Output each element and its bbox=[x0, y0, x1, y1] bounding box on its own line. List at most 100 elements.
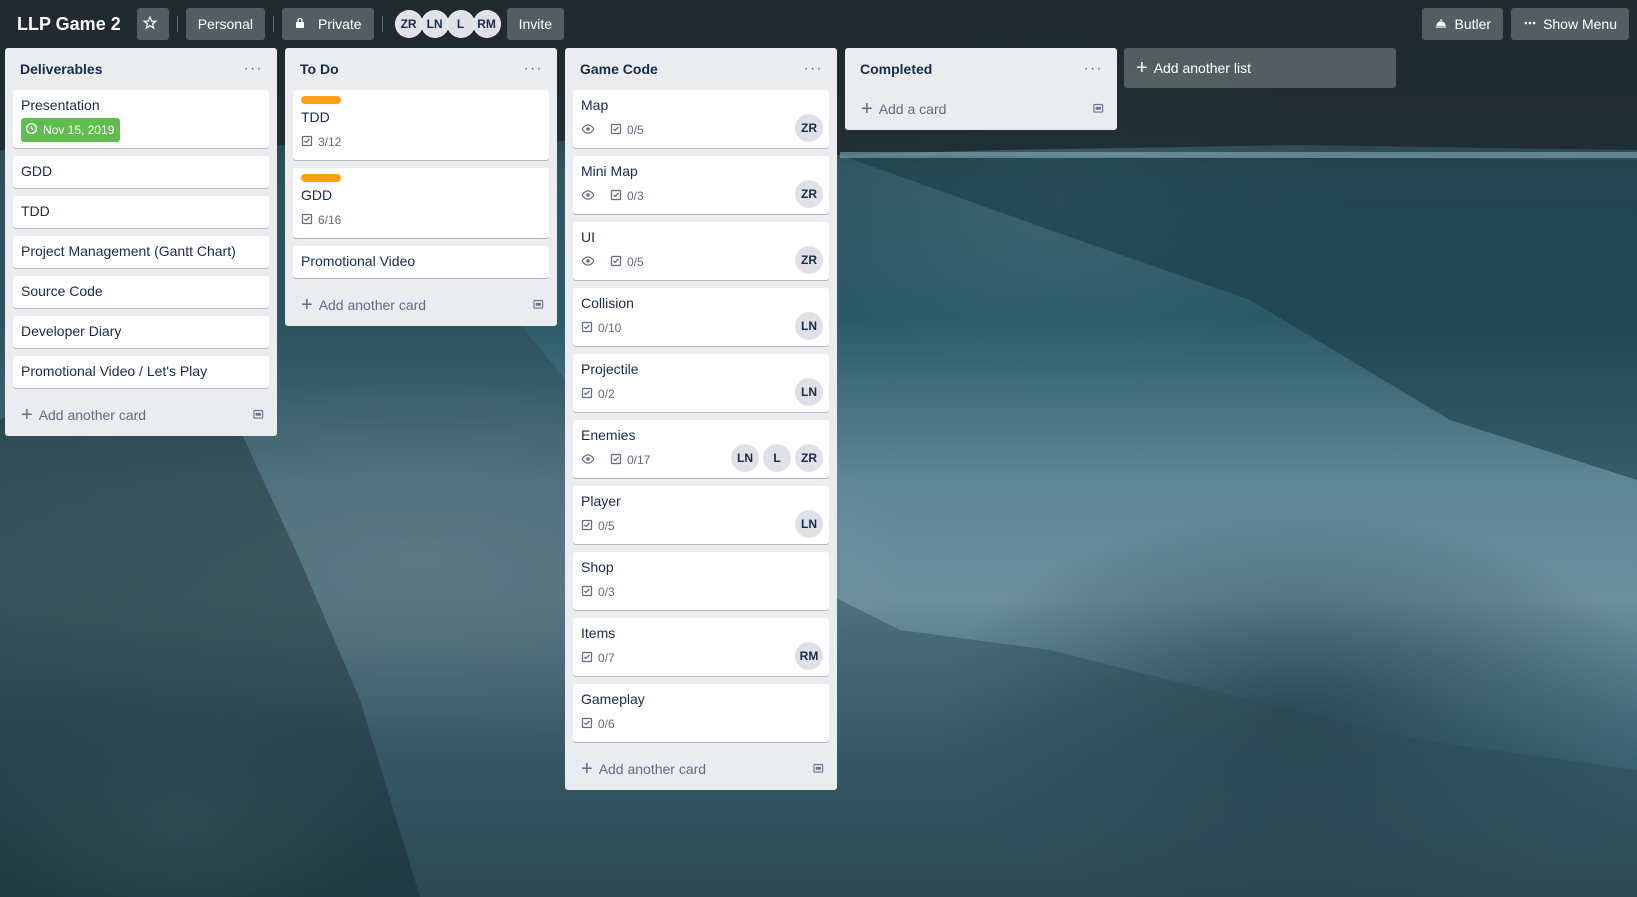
card[interactable]: Gameplay 0/6 bbox=[573, 684, 829, 742]
list-menu-icon[interactable]: ··· bbox=[1081, 60, 1105, 78]
list-menu-icon[interactable]: ··· bbox=[521, 60, 545, 78]
card-title: Enemies bbox=[581, 427, 636, 443]
list-completed: Completed ··· + Add a card bbox=[845, 48, 1117, 130]
list-header[interactable]: Game Code ··· bbox=[565, 48, 837, 90]
card[interactable]: TDD 3/12 bbox=[293, 90, 549, 160]
avatar[interactable]: LN bbox=[795, 312, 823, 340]
card-members: LN L ZR bbox=[727, 444, 823, 472]
card[interactable]: Map 0/5 ZR bbox=[573, 90, 829, 148]
avatar[interactable]: LN bbox=[795, 378, 823, 406]
team-button[interactable]: Personal bbox=[185, 8, 265, 40]
checklist-count: 0/5 bbox=[627, 123, 644, 137]
board-title[interactable]: LLP Game 2 bbox=[8, 8, 129, 40]
card[interactable]: GDD bbox=[13, 156, 269, 188]
add-card-button[interactable]: + Add another card bbox=[285, 286, 557, 324]
checklist-badge: 0/17 bbox=[610, 453, 650, 468]
card[interactable]: TDD bbox=[13, 196, 269, 228]
card[interactable]: Promotional Video bbox=[293, 246, 549, 278]
due-date-badge[interactable]: Nov 15, 2019 bbox=[21, 118, 121, 142]
add-list-label: Add another list bbox=[1153, 60, 1251, 76]
star-board-button[interactable] bbox=[136, 8, 169, 40]
card-title: GDD bbox=[21, 163, 53, 179]
list-title[interactable]: Completed bbox=[860, 61, 1081, 77]
list-header[interactable]: Deliverables ··· bbox=[5, 48, 277, 90]
avatar[interactable]: RM bbox=[472, 10, 501, 38]
watching-badge bbox=[581, 254, 600, 271]
add-card-button[interactable]: + Add another card bbox=[565, 750, 837, 788]
template-icon[interactable] bbox=[811, 761, 825, 778]
plus-icon: + bbox=[21, 404, 33, 426]
invite-button[interactable]: Invite bbox=[506, 8, 565, 40]
avatar[interactable]: LN bbox=[731, 444, 759, 472]
avatar[interactable]: ZR bbox=[795, 180, 823, 208]
card[interactable]: Promotional Video / Let's Play bbox=[13, 356, 269, 388]
card-list: TDD 3/12 GDD 6/16 Promotional Video bbox=[285, 90, 557, 278]
list-title[interactable]: Game Code bbox=[580, 61, 801, 77]
card[interactable]: Shop 0/3 bbox=[573, 552, 829, 610]
template-icon[interactable] bbox=[1091, 101, 1105, 118]
show-menu-button[interactable]: Show Menu bbox=[1511, 8, 1629, 40]
card[interactable]: Source Code bbox=[13, 276, 269, 308]
plus-icon: + bbox=[861, 98, 873, 120]
card[interactable]: Enemies 0/17 LN L ZR bbox=[573, 420, 829, 478]
list-title[interactable]: To Do bbox=[300, 61, 521, 77]
checklist-count: 0/7 bbox=[598, 651, 615, 665]
card[interactable]: UI 0/5 ZR bbox=[573, 222, 829, 280]
template-icon[interactable] bbox=[251, 407, 265, 424]
avatar[interactable]: LN bbox=[420, 10, 449, 38]
avatar[interactable]: RM bbox=[795, 642, 823, 670]
checklist-icon bbox=[581, 387, 598, 402]
checklist-icon bbox=[610, 123, 627, 138]
card-title: Source Code bbox=[21, 283, 103, 299]
list-header[interactable]: To Do ··· bbox=[285, 48, 557, 90]
checklist-badge: 6/16 bbox=[301, 213, 341, 228]
checklist-icon bbox=[581, 519, 598, 534]
checklist-icon bbox=[581, 651, 598, 666]
visibility-label: Private bbox=[317, 16, 362, 32]
card[interactable]: Mini Map 0/3 ZR bbox=[573, 156, 829, 214]
card[interactable]: GDD 6/16 bbox=[293, 168, 549, 238]
list-menu-icon[interactable]: ··· bbox=[241, 60, 265, 78]
avatar[interactable]: L bbox=[763, 444, 791, 472]
avatar[interactable]: LN bbox=[795, 510, 823, 538]
add-list-button[interactable]: + Add another list bbox=[1124, 48, 1396, 88]
avatar[interactable]: ZR bbox=[795, 114, 823, 142]
checklist-icon bbox=[610, 453, 627, 468]
header-divider bbox=[381, 16, 383, 32]
card-title: Promotional Video bbox=[301, 253, 416, 269]
card[interactable]: Collision 0/10 LN bbox=[573, 288, 829, 346]
ellipsis-icon bbox=[1523, 16, 1543, 33]
card-members: LN bbox=[791, 312, 823, 340]
checklist-badge: 0/3 bbox=[610, 189, 644, 204]
card-label-orange[interactable] bbox=[301, 96, 341, 104]
checklist-count: 0/3 bbox=[598, 585, 615, 599]
card[interactable]: Projectile 0/2 LN bbox=[573, 354, 829, 412]
add-card-label: Add another card bbox=[598, 761, 707, 777]
card-title: Collision bbox=[581, 295, 634, 311]
add-card-button[interactable]: + Add a card bbox=[845, 90, 1117, 128]
list-header[interactable]: Completed ··· bbox=[845, 48, 1117, 90]
card-label-orange[interactable] bbox=[301, 174, 341, 182]
list-title[interactable]: Deliverables bbox=[20, 61, 241, 77]
checklist-badge: 0/10 bbox=[581, 321, 621, 336]
card[interactable]: Project Management (Gantt Chart) bbox=[13, 236, 269, 268]
avatar[interactable]: ZR bbox=[795, 246, 823, 274]
avatar[interactable]: ZR bbox=[394, 10, 423, 38]
card[interactable]: Player 0/5 LN bbox=[573, 486, 829, 544]
avatar[interactable]: L bbox=[446, 10, 475, 38]
visibility-button[interactable]: Private bbox=[281, 8, 374, 40]
template-icon[interactable] bbox=[531, 297, 545, 314]
avatar[interactable]: ZR bbox=[795, 444, 823, 472]
checklist-badge: 0/3 bbox=[581, 585, 615, 600]
card-badges: 6/16 bbox=[301, 208, 541, 232]
card[interactable]: Presentation Nov 15, 2019 bbox=[13, 90, 269, 148]
card[interactable]: Items 0/7 RM bbox=[573, 618, 829, 676]
card-title: TDD bbox=[301, 109, 330, 125]
card[interactable]: Developer Diary bbox=[13, 316, 269, 348]
checklist-count: 6/16 bbox=[318, 213, 342, 227]
butler-button[interactable]: Butler bbox=[1422, 8, 1504, 40]
eye-icon bbox=[581, 254, 600, 271]
card-title: UI bbox=[581, 229, 595, 245]
list-menu-icon[interactable]: ··· bbox=[801, 60, 825, 78]
add-card-button[interactable]: + Add another card bbox=[5, 396, 277, 434]
